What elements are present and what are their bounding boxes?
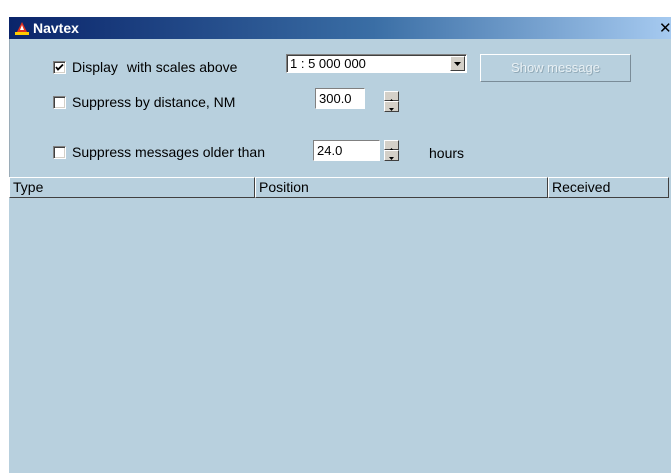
- column-header-received[interactable]: Received: [548, 177, 669, 198]
- age-input[interactable]: 24.0: [313, 140, 380, 161]
- spin-up-icon[interactable]: [384, 140, 399, 151]
- column-header-position[interactable]: Position: [255, 177, 548, 198]
- navtex-app-icon: [15, 22, 29, 35]
- navtex-window: Navtex ✕ Display with scales above 1 : 5…: [9, 17, 671, 473]
- distance-value: 300.0: [319, 91, 352, 106]
- age-label: Suppress messages older than: [72, 144, 265, 160]
- show-message-button[interactable]: Show message: [480, 54, 631, 82]
- distance-row: Suppress by distance, NM: [53, 94, 235, 110]
- scale-select-value: 1 : 5 000 000: [290, 56, 366, 71]
- scale-select[interactable]: 1 : 5 000 000: [286, 54, 467, 73]
- display-label: Display: [72, 59, 118, 75]
- column-header-type[interactable]: Type: [9, 177, 255, 198]
- close-icon[interactable]: ✕: [659, 18, 671, 38]
- display-row: Display with scales above: [53, 59, 237, 75]
- messages-table-body[interactable]: [9, 198, 671, 473]
- title-bar[interactable]: Navtex: [9, 17, 671, 39]
- distance-label: Suppress by distance, NM: [72, 94, 236, 110]
- age-value: 24.0: [317, 143, 343, 158]
- spin-up-icon[interactable]: [384, 91, 399, 102]
- messages-table-header: Type Position Received: [9, 177, 671, 198]
- chevron-down-icon[interactable]: [450, 56, 465, 71]
- spin-down-icon[interactable]: [384, 101, 399, 112]
- window-title: Navtex: [33, 20, 79, 36]
- age-row: Suppress messages older than: [53, 144, 265, 160]
- distance-input[interactable]: 300.0: [315, 88, 365, 109]
- age-spinner[interactable]: [384, 140, 399, 161]
- distance-checkbox[interactable]: [53, 95, 66, 109]
- scale-label: with scales above: [126, 59, 238, 75]
- age-unit-label: hours: [429, 145, 465, 161]
- spin-down-icon[interactable]: [384, 150, 399, 161]
- check-icon: [55, 63, 64, 71]
- display-checkbox[interactable]: [53, 60, 66, 74]
- distance-spinner[interactable]: [384, 91, 399, 112]
- age-checkbox[interactable]: [53, 145, 66, 159]
